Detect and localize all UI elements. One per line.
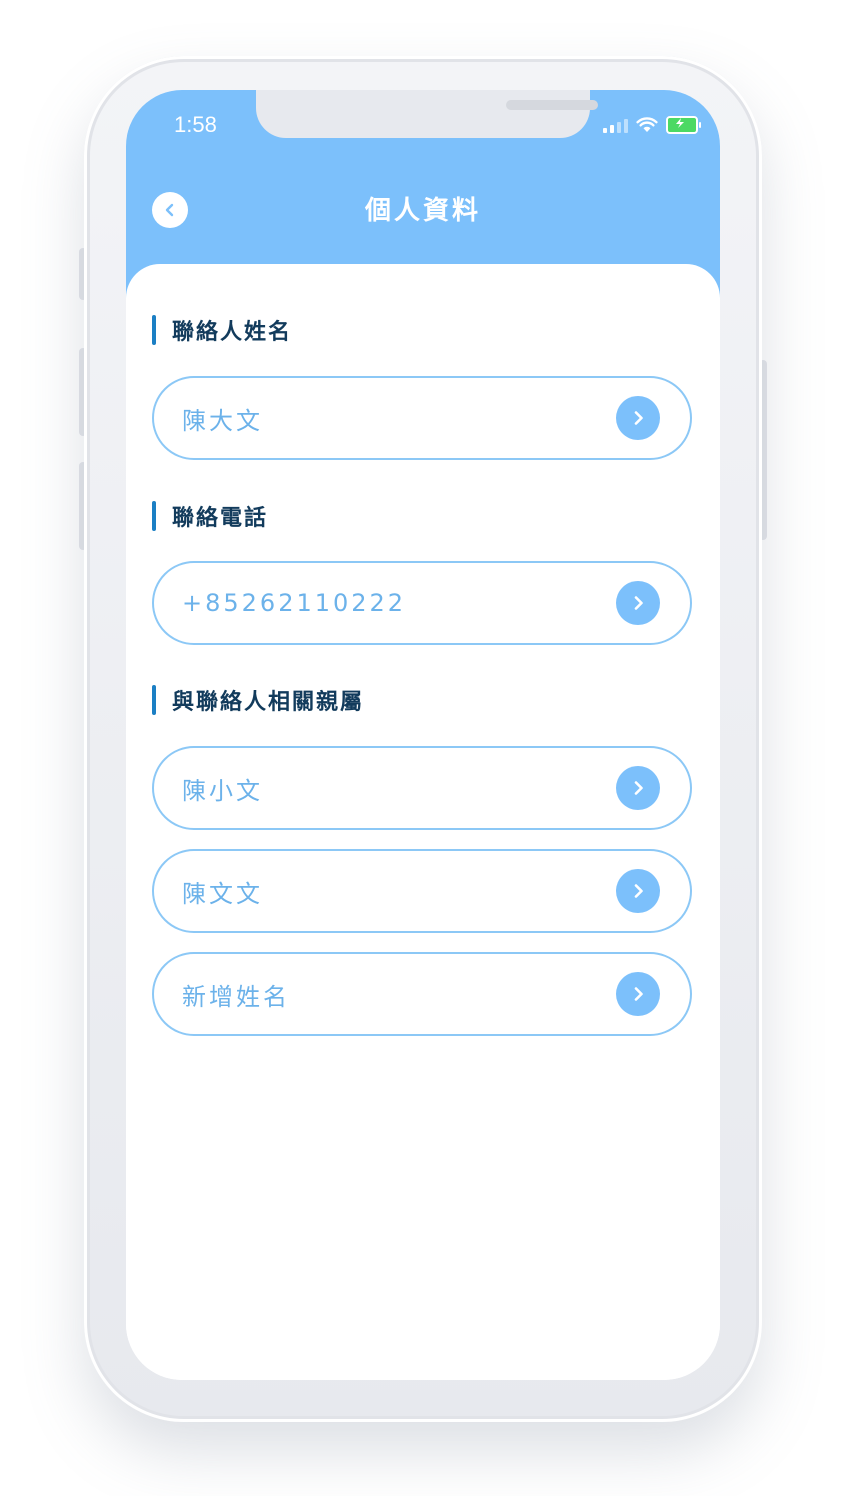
field-value: 陳大文 [182,406,263,435]
chevron-left-icon [165,203,174,217]
signal-icon [603,117,628,133]
battery-icon [666,116,701,134]
app-screen: 1:58 個人資料 聯絡人姓名 陳大文 聯絡電話 +85262110222 與聯… [126,90,720,1380]
relative-field[interactable]: 陳文文 [152,849,692,933]
field-next-button[interactable] [616,972,660,1016]
relative-field[interactable]: 陳小文 [152,746,692,830]
chevron-right-icon [634,781,643,795]
section-label-contact-name: 聯絡人姓名 [152,314,292,346]
device-mockup: 1:58 個人資料 聯絡人姓名 陳大文 聯絡電話 +85262110222 與聯… [0,0,856,1496]
page-title: 個人資料 [364,196,481,226]
field-next-button[interactable] [616,581,660,625]
section-label-text: 聯絡人姓名 [172,320,293,345]
chevron-right-icon [634,987,643,1001]
field-next-button[interactable] [616,766,660,810]
wifi-icon [636,117,658,132]
section-label-text: 與聯絡人相關親屬 [172,690,365,715]
notch [256,90,598,138]
contact-phone-field[interactable]: +85262110222 [152,561,692,645]
field-value: 陳小文 [182,776,263,805]
chevron-right-icon [634,884,643,898]
status-time: 1:58 [174,112,217,137]
speaker-grille [506,100,598,110]
form-content: 聯絡人姓名 陳大文 聯絡電話 +85262110222 與聯絡人相關親屬 陳小文… [126,264,720,1380]
field-value: 新增姓名 [182,982,290,1011]
section-label-contact-phone: 聯絡電話 [152,500,268,532]
chevron-right-icon [634,596,643,610]
field-next-button[interactable] [616,869,660,913]
field-next-button[interactable] [616,396,660,440]
field-value: 陳文文 [182,879,263,908]
contact-name-field[interactable]: 陳大文 [152,376,692,460]
chevron-right-icon [634,411,643,425]
section-label-relatives: 與聯絡人相關親屬 [152,684,364,716]
section-accent-bar [152,501,156,531]
add-name-field[interactable]: 新增姓名 [152,952,692,1036]
back-button[interactable] [152,192,188,228]
section-accent-bar [152,685,156,715]
field-value: +85262110222 [182,589,407,617]
status-icons [603,116,701,134]
section-accent-bar [152,315,156,345]
section-label-text: 聯絡電話 [172,506,269,531]
